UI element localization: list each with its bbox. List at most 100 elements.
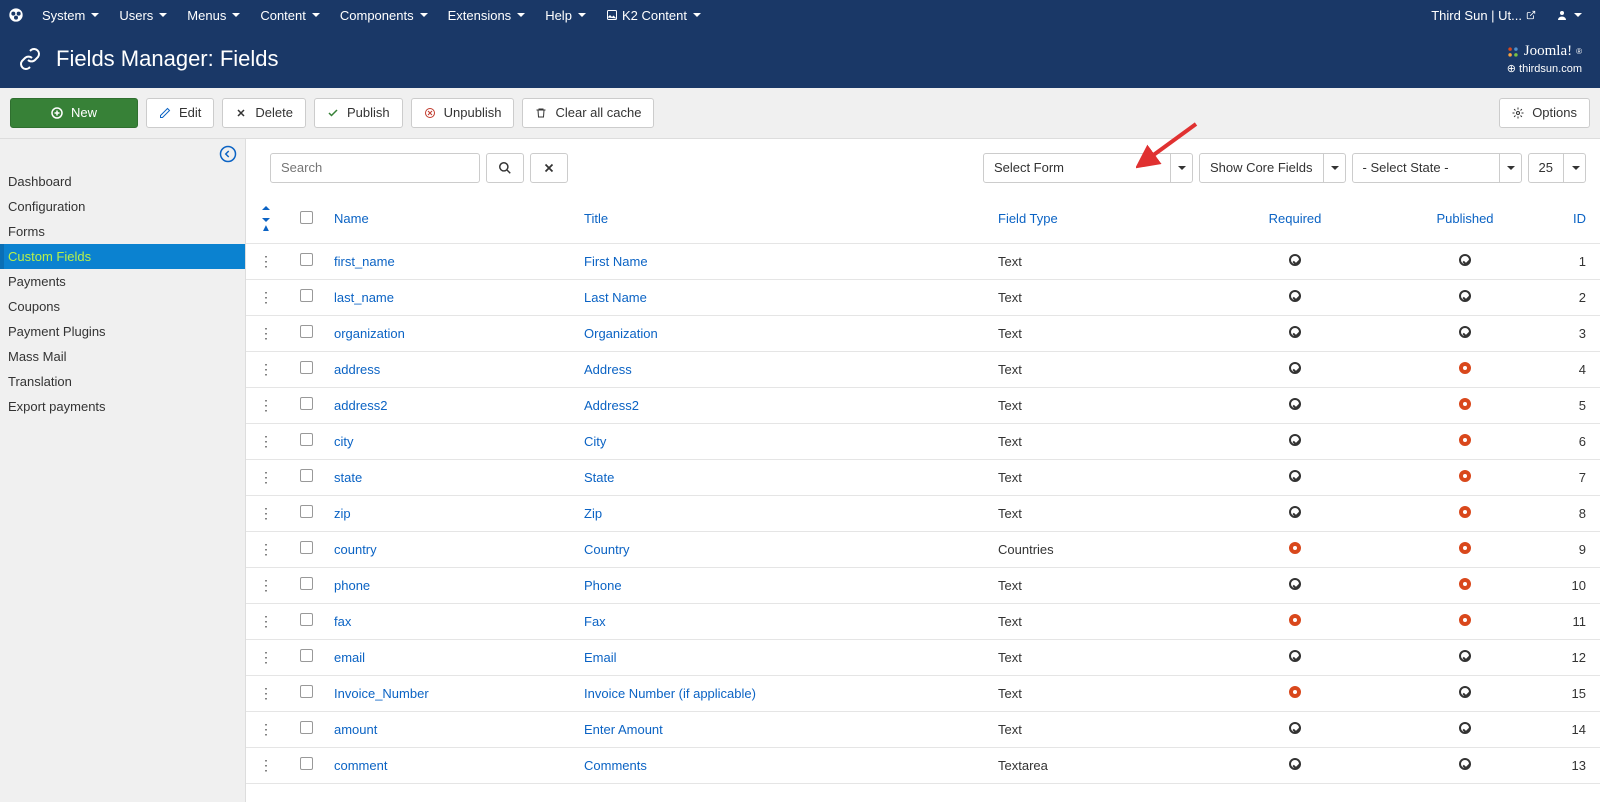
published-cell[interactable] — [1380, 351, 1550, 387]
row-checkbox[interactable] — [300, 505, 313, 518]
drag-handle-icon[interactable]: ⋮ — [259, 325, 273, 341]
published-cell[interactable] — [1380, 711, 1550, 747]
required-cell[interactable] — [1210, 387, 1380, 423]
field-name-link[interactable]: fax — [334, 614, 351, 629]
field-title-link[interactable]: Enter Amount — [584, 722, 663, 737]
field-title-link[interactable]: Last Name — [584, 290, 647, 305]
sidebar-item-custom-fields[interactable]: Custom Fields — [0, 244, 245, 269]
field-name-link[interactable]: Invoice_Number — [334, 686, 429, 701]
row-checkbox[interactable] — [300, 613, 313, 626]
show-core-dropdown[interactable]: Show Core Fields — [1199, 153, 1346, 183]
field-name-link[interactable]: last_name — [334, 290, 394, 305]
required-cell[interactable] — [1210, 675, 1380, 711]
row-checkbox[interactable] — [300, 757, 313, 770]
required-cell[interactable] — [1210, 495, 1380, 531]
nav-item-system[interactable]: System — [32, 0, 109, 30]
field-name-link[interactable]: phone — [334, 578, 370, 593]
published-cell[interactable] — [1380, 279, 1550, 315]
required-cell[interactable] — [1210, 315, 1380, 351]
header-required[interactable]: Required — [1210, 195, 1380, 244]
row-checkbox[interactable] — [300, 577, 313, 590]
select-form-dropdown[interactable]: Select Form — [983, 153, 1193, 183]
row-checkbox[interactable] — [300, 433, 313, 446]
nav-item-components[interactable]: Components — [330, 0, 438, 30]
field-name-link[interactable]: comment — [334, 758, 387, 773]
row-checkbox[interactable] — [300, 685, 313, 698]
row-checkbox[interactable] — [300, 397, 313, 410]
field-name-link[interactable]: state — [334, 470, 362, 485]
field-title-link[interactable]: Address — [584, 362, 632, 377]
required-cell[interactable] — [1210, 351, 1380, 387]
field-name-link[interactable]: amount — [334, 722, 377, 737]
edit-button[interactable]: Edit — [146, 98, 214, 128]
row-checkbox[interactable] — [300, 469, 313, 482]
required-cell[interactable] — [1210, 279, 1380, 315]
sidebar-item-export-payments[interactable]: Export payments — [0, 394, 245, 419]
drag-handle-icon[interactable]: ⋮ — [259, 685, 273, 701]
published-cell[interactable] — [1380, 459, 1550, 495]
field-name-link[interactable]: organization — [334, 326, 405, 341]
row-checkbox[interactable] — [300, 721, 313, 734]
published-cell[interactable] — [1380, 747, 1550, 783]
required-cell[interactable] — [1210, 423, 1380, 459]
published-cell[interactable] — [1380, 531, 1550, 567]
field-title-link[interactable]: Zip — [584, 506, 602, 521]
required-cell[interactable] — [1210, 711, 1380, 747]
clear-search-button[interactable] — [530, 153, 568, 183]
field-name-link[interactable]: address — [334, 362, 380, 377]
drag-handle-icon[interactable]: ⋮ — [259, 541, 273, 557]
new-button[interactable]: New — [10, 98, 138, 128]
published-cell[interactable] — [1380, 243, 1550, 279]
header-id[interactable]: ID — [1550, 195, 1600, 244]
field-title-link[interactable]: Fax — [584, 614, 606, 629]
drag-handle-icon[interactable]: ⋮ — [259, 757, 273, 773]
published-cell[interactable] — [1380, 387, 1550, 423]
drag-handle-icon[interactable]: ⋮ — [259, 397, 273, 413]
sidebar-collapse-button[interactable] — [219, 145, 237, 166]
header-title[interactable]: Title — [576, 195, 990, 244]
search-input[interactable] — [270, 153, 480, 183]
field-title-link[interactable]: Organization — [584, 326, 658, 341]
published-cell[interactable] — [1380, 315, 1550, 351]
drag-handle-icon[interactable]: ⋮ — [259, 433, 273, 449]
sidebar-item-dashboard[interactable]: Dashboard — [0, 169, 245, 194]
field-title-link[interactable]: First Name — [584, 254, 648, 269]
delete-button[interactable]: Delete — [222, 98, 306, 128]
row-checkbox[interactable] — [300, 325, 313, 338]
nav-item-users[interactable]: Users — [109, 0, 177, 30]
drag-handle-icon[interactable]: ⋮ — [259, 577, 273, 593]
header-checkall[interactable] — [286, 195, 326, 244]
drag-handle-icon[interactable]: ⋮ — [259, 253, 273, 269]
header-field-type[interactable]: Field Type — [990, 195, 1210, 244]
field-title-link[interactable]: State — [584, 470, 614, 485]
published-cell[interactable] — [1380, 495, 1550, 531]
field-title-link[interactable]: Address2 — [584, 398, 639, 413]
drag-handle-icon[interactable]: ⋮ — [259, 613, 273, 629]
required-cell[interactable] — [1210, 567, 1380, 603]
field-name-link[interactable]: zip — [334, 506, 351, 521]
header-name[interactable]: Name — [326, 195, 576, 244]
sidebar-item-translation[interactable]: Translation — [0, 369, 245, 394]
published-cell[interactable] — [1380, 567, 1550, 603]
nav-k2-content[interactable]: K2 Content — [596, 0, 711, 30]
drag-handle-icon[interactable]: ⋮ — [259, 469, 273, 485]
sidebar-item-forms[interactable]: Forms — [0, 219, 245, 244]
field-title-link[interactable]: City — [584, 434, 606, 449]
nav-item-content[interactable]: Content — [250, 0, 330, 30]
field-title-link[interactable]: Email — [584, 650, 617, 665]
sidebar-item-coupons[interactable]: Coupons — [0, 294, 245, 319]
select-state-dropdown[interactable]: - Select State - — [1352, 153, 1522, 183]
field-name-link[interactable]: city — [334, 434, 354, 449]
required-cell[interactable] — [1210, 603, 1380, 639]
required-cell[interactable] — [1210, 243, 1380, 279]
drag-handle-icon[interactable]: ⋮ — [259, 361, 273, 377]
published-cell[interactable] — [1380, 675, 1550, 711]
published-cell[interactable] — [1380, 423, 1550, 459]
nav-item-extensions[interactable]: Extensions — [438, 0, 536, 30]
sidebar-item-payments[interactable]: Payments — [0, 269, 245, 294]
nav-user-menu[interactable] — [1546, 0, 1592, 30]
nav-item-menus[interactable]: Menus — [177, 0, 250, 30]
required-cell[interactable] — [1210, 531, 1380, 567]
field-name-link[interactable]: address2 — [334, 398, 387, 413]
row-checkbox[interactable] — [300, 361, 313, 374]
